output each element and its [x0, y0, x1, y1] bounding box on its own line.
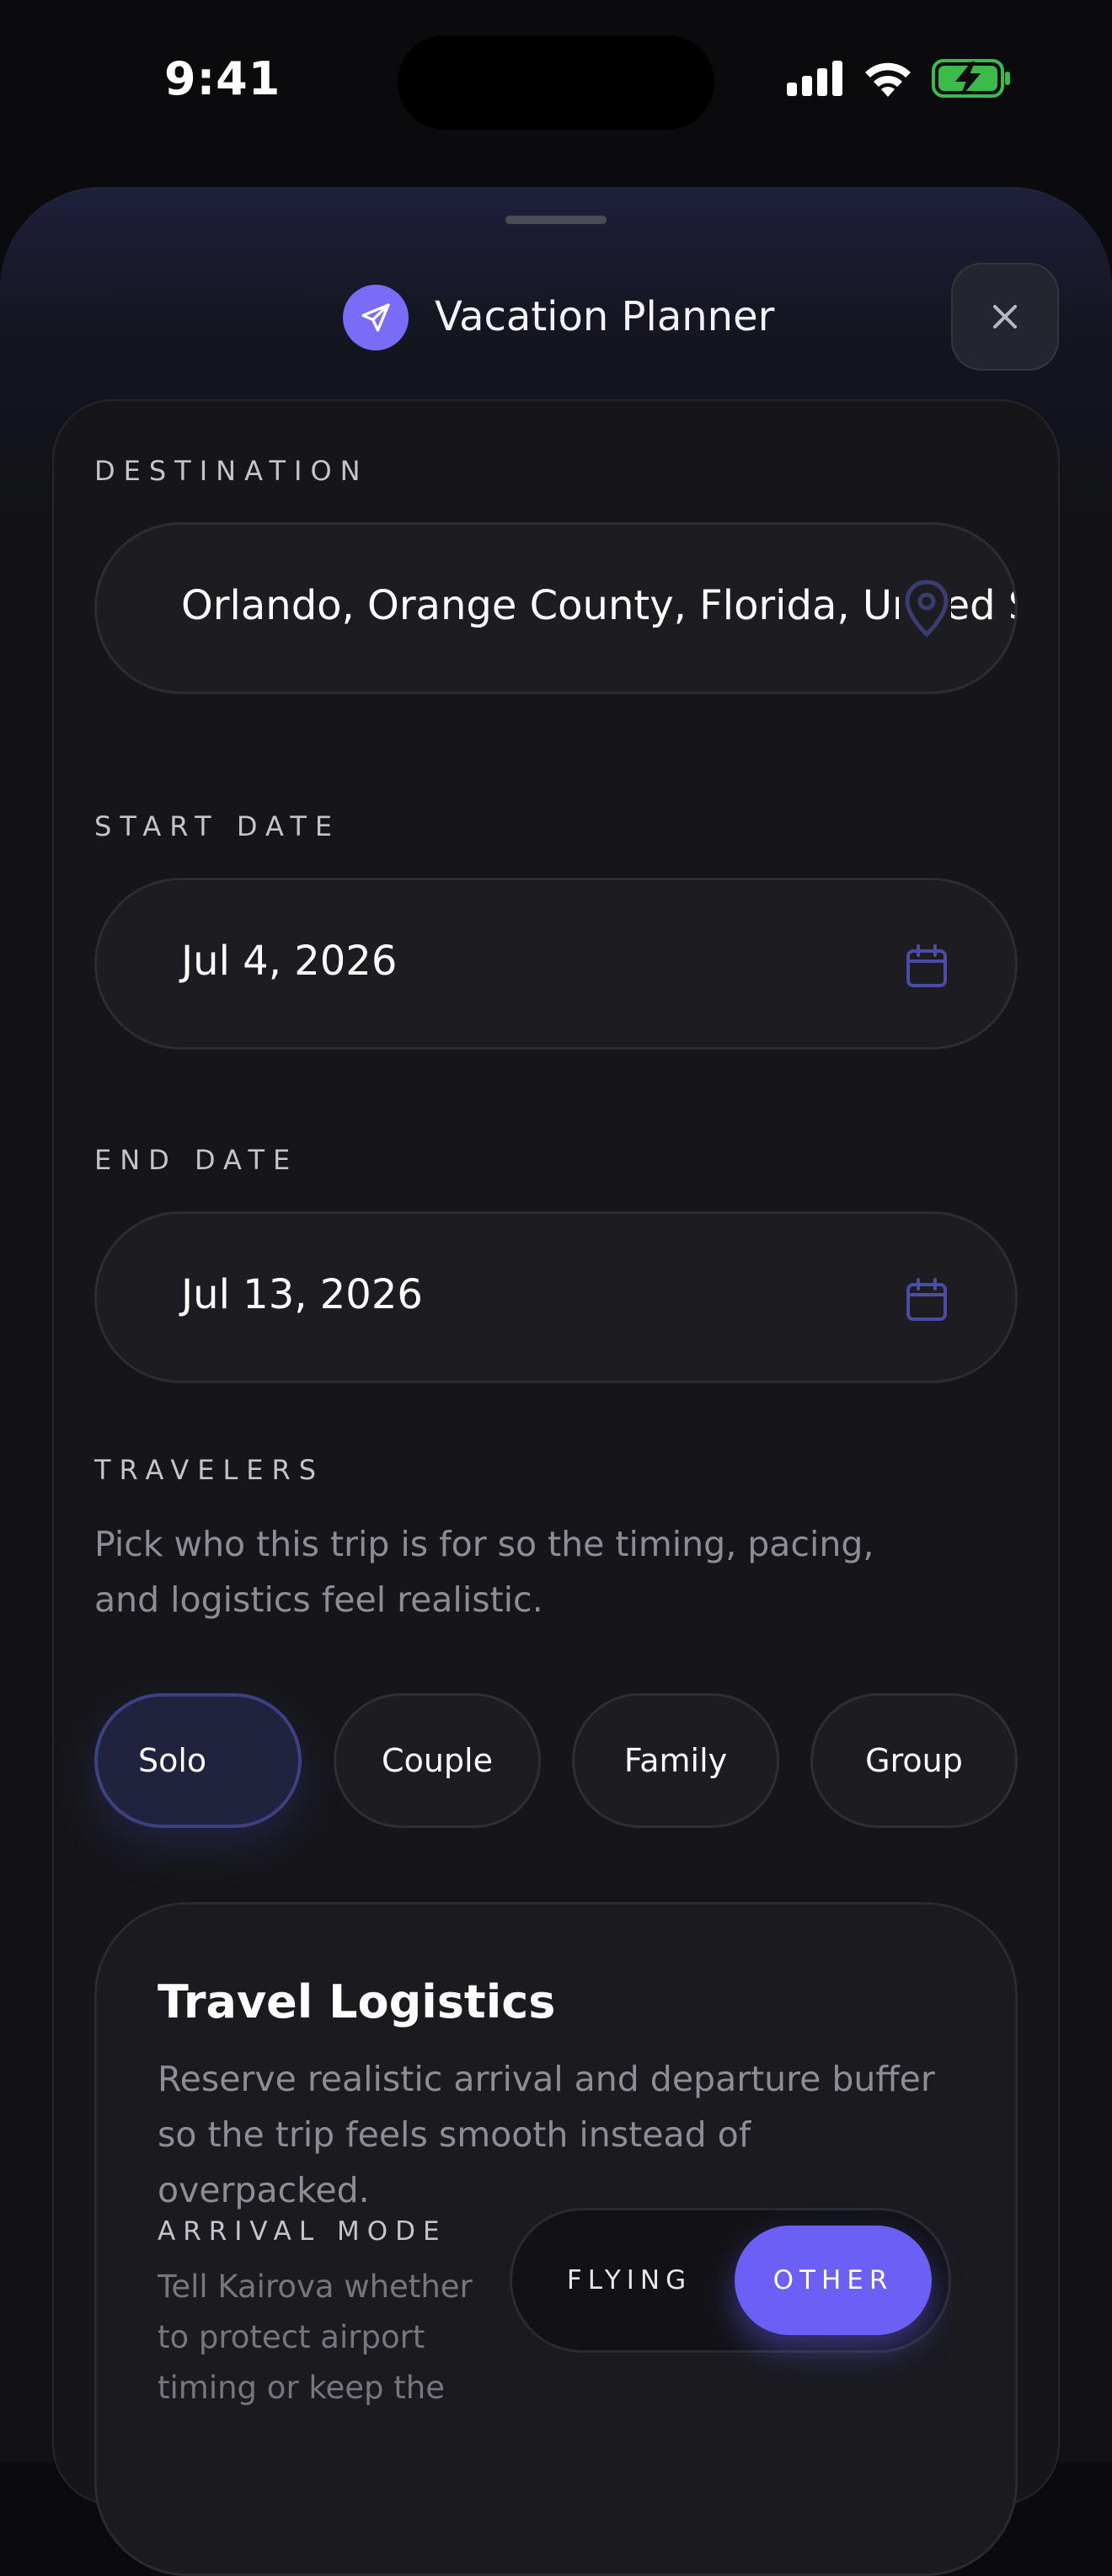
arrival-mode-other[interactable]: OTHER: [735, 2226, 932, 2335]
travelers-description: Pick who this trip is for so the timing,…: [94, 1524, 874, 1620]
calendar-icon: [906, 1278, 947, 1321]
close-icon: [993, 305, 1017, 329]
wifi-icon: [865, 62, 911, 97]
planner-form: DESTINATION Orlando, Orange County, Flor…: [52, 399, 1060, 2576]
arrival-mode-description: Tell Kairova whether to protect airport …: [158, 2269, 473, 2406]
cellular-signal-icon: [787, 61, 842, 96]
sheet-title: Vacation Planner: [435, 293, 775, 340]
start-date-label: START DATE: [94, 810, 341, 842]
travelers-label: TRAVELERS: [94, 1454, 325, 1486]
calendar-icon: [906, 944, 947, 987]
status-time: 9:41: [164, 52, 281, 105]
traveler-option-solo[interactable]: Solo: [94, 1693, 302, 1828]
destination-value: Orlando, Orange County, Florida, United …: [181, 582, 1015, 629]
location-pin-icon: [899, 579, 951, 639]
destination-field[interactable]: Orlando, Orange County, Florida, United …: [94, 522, 1018, 694]
traveler-option-family[interactable]: Family: [572, 1693, 779, 1828]
vacation-planner-sheet: Vacation Planner DESTINATION Orlando, Or…: [0, 187, 1112, 2576]
logistics-title: Travel Logistics: [158, 1975, 556, 2028]
battery-charging-icon: [932, 59, 1010, 98]
sheet-grabber[interactable]: [505, 216, 607, 224]
close-button[interactable]: [951, 263, 1059, 371]
destination-label: DESTINATION: [94, 455, 369, 487]
arrival-mode-toggle[interactable]: FLYING OTHER: [510, 2208, 951, 2353]
start-date-value: Jul 4, 2026: [181, 938, 398, 985]
traveler-option-group[interactable]: Group: [810, 1693, 1018, 1828]
dynamic-island: [398, 35, 714, 130]
end-date-label: END DATE: [94, 1144, 299, 1176]
arrival-mode-label: ARRIVAL MODE: [158, 2216, 447, 2247]
start-date-field[interactable]: Jul 4, 2026: [94, 878, 1018, 1050]
arrival-mode-flying[interactable]: FLYING: [531, 2226, 728, 2335]
plane-icon: [343, 285, 409, 350]
travel-logistics-card: Travel Logistics Reserve realistic arriv…: [94, 1902, 1018, 2576]
logistics-description: Reserve realistic arrival and departure …: [158, 2059, 935, 2210]
end-date-field[interactable]: Jul 13, 2026: [94, 1211, 1018, 1383]
end-date-value: Jul 13, 2026: [181, 1271, 423, 1318]
traveler-option-couple[interactable]: Couple: [334, 1693, 541, 1828]
status-icons: [787, 59, 1011, 98]
